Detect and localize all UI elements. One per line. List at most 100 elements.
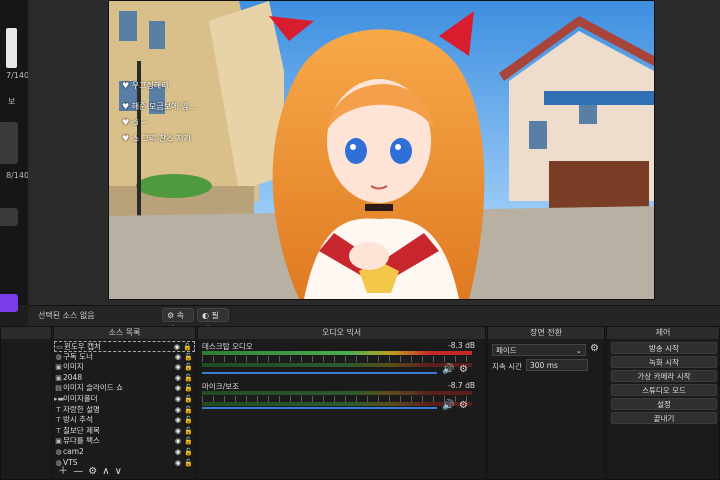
text-input[interactable] [0,208,18,226]
source-toolbar-buttons: ＋ — ⚙ ∧ ∨ [58,459,122,478]
source-item[interactable]: ▸▬이미지폴더 ◉ 🔓 [54,394,195,405]
lock-icon[interactable]: 🔓 [184,426,193,437]
lock-icon[interactable]: 🔓 [184,405,193,416]
settings-button[interactable]: 설정 [611,398,717,410]
start-virtual-camera-button[interactable]: 가상 카메라 시작 [611,370,717,382]
left-label: 보 [8,97,16,106]
send-button[interactable] [0,294,18,312]
mixer-title: 오디오 믹서 [198,327,485,339]
eye-icon[interactable]: ◉ [175,436,181,447]
text-icon: T [56,416,61,425]
filters-button[interactable]: ◐ 필터 [197,308,229,334]
char-count-2: 8/140 [6,171,30,180]
eye-icon[interactable]: ◉ [175,362,181,373]
gear-icon[interactable]: ⚙ [459,400,468,411]
eye-icon[interactable]: ◉ [175,405,181,416]
gear-icon[interactable]: ⚙ [459,364,468,375]
meter-ticks [202,356,472,362]
image-icon: ▣ [55,373,62,382]
transition-select[interactable]: 페이드 ⌄ [492,344,586,356]
lock-icon[interactable]: 🔓 [184,447,193,458]
duration-label: 지속 시간 [492,362,522,371]
lock-icon[interactable]: 🔓 [184,415,193,426]
gear-icon[interactable]: ⚙ [590,343,599,354]
preview-image [108,0,655,300]
eye-icon[interactable]: ◉ [175,373,181,384]
gear-icon[interactable]: ⚙ [88,466,97,477]
move-up-icon[interactable]: ∧ [102,466,109,477]
text-icon: T [56,426,61,435]
sources-dock: 소스 목록 ▭윈도우 캡처 ◉ 🔓 ◍구독 도너 ◉ 🔓 ▣이미지 ◉ 🔓 ▣2048 ◉ 🔓 … [53,326,196,480]
source-item[interactable]: T 자랑한 설명 ◉ 🔓 [54,405,195,416]
chat-line: ♥ 해준 모금보에 입... [122,102,196,111]
heart-icon: ♥ [122,118,130,127]
exit-button[interactable]: 끝내기 [611,412,717,424]
selected-source-label: 선택된 소스 없음 [38,311,95,320]
source-item[interactable]: ▣2048 ◉ 🔓 [54,373,195,384]
chat-overlay: ♥ 우그정해리 ♥ 해준 모금보에 입... ♥ ci ~ ♥ 스 그리 찬스 … [122,80,196,144]
eye-icon[interactable]: ◉ [175,458,181,469]
heart-icon: ♥ [122,81,130,90]
audio-mixer-dock: 오디오 믹서 데스크탑 오디오 -8.3 dB 🔊 ⚙ 마이크/보조 -8.7 … [197,326,549,480]
lock-icon[interactable]: 🔓 [184,394,193,405]
text-icon: T [56,405,61,414]
properties-button[interactable]: ⚙ 속성 [162,308,194,334]
eye-icon[interactable]: ◉ [175,352,181,363]
lock-icon[interactable]: 🔓 [184,436,193,447]
filter-icon: ◐ [202,311,209,320]
channel-db: -8.3 dB [448,341,475,350]
source-item[interactable]: ◍cam2 ◉ 🔓 [54,447,195,458]
source-item[interactable]: ◍구독 도너 ◉ 🔓 [54,352,195,363]
add-icon[interactable]: ＋ [58,466,68,477]
source-toolbar [28,305,720,326]
chat-line: ♥ ci ~ [122,118,148,127]
start-recording-button[interactable]: 녹화 시작 [611,356,717,368]
heart-icon: ♥ [122,134,130,143]
level-meter [202,391,472,395]
source-item[interactable]: ▣이미지 ◉ 🔓 [54,362,195,373]
slideshow-icon: ▤ [55,384,62,393]
volume-slider[interactable] [202,372,437,374]
controls-title: 제어 [607,327,719,339]
scenes-dock [0,326,52,480]
speaker-icon[interactable]: 🔊 [442,364,454,375]
start-streaming-button[interactable]: 방송 시작 [611,342,717,354]
lock-icon[interactable]: 🔓 [184,362,193,373]
eye-icon[interactable]: ◉ [175,426,181,437]
image-icon: ▣ [55,363,62,372]
source-item[interactable]: ▤이미지 슬라이드 쇼 ◉ 🔓 [54,383,195,394]
speaker-icon[interactable]: 🔊 [442,400,454,411]
volume-slider[interactable] [202,407,437,409]
studio-mode-button[interactable]: 스튜디오 모드 [611,384,717,396]
eye-icon[interactable]: ◉ [175,415,181,426]
gear-icon: ⚙ [167,311,175,320]
text-area[interactable] [0,122,18,164]
remove-icon[interactable]: — [73,466,83,477]
eye-icon[interactable]: ◉ [175,447,181,458]
lock-icon[interactable]: 🔓 [184,383,193,394]
globe-icon: ◍ [55,352,62,361]
folder-icon: ▸▬ [54,394,65,403]
eye-icon[interactable]: ◉ [175,383,181,394]
heart-icon: ♥ [122,102,130,111]
source-item[interactable]: ▭윈도우 캡처 ◉ 🔓 [54,341,195,352]
lock-icon[interactable]: 🔓 [184,352,193,363]
char-count-1: 7/140 [6,71,30,80]
level-meter [202,351,472,355]
source-item[interactable]: ▣뮤다를 팩스 ◉ 🔓 [54,436,195,447]
globe-icon: ◍ [55,447,62,456]
scrollbar[interactable] [6,28,17,68]
source-item[interactable]: T 칠보단 제목 ◉ 🔓 [54,426,195,437]
source-item[interactable]: T 방시 추석 ◉ 🔓 [54,415,195,426]
eye-icon[interactable]: ◉ [175,394,181,405]
image-icon: ▣ [55,437,62,446]
move-down-icon[interactable]: ∨ [115,466,122,477]
transitions-title: 장면 전환 [488,327,604,339]
lock-icon[interactable]: 🔓 [184,373,193,384]
lock-icon[interactable]: 🔓 [184,458,193,469]
level-meter [202,402,472,406]
transitions-dock: 장면 전환 페이드 ⌄ ⚙ 지속 시간 300 ms [487,326,605,480]
sources-title: 소스 목록 [54,327,195,339]
source-list: ▭윈도우 캡처 ◉ 🔓 ◍구독 도너 ◉ 🔓 ▣이미지 ◉ 🔓 ▣2048 ◉ 🔓 ▤이미지 슬… [54,339,195,468]
duration-input[interactable]: 300 ms [526,359,588,371]
